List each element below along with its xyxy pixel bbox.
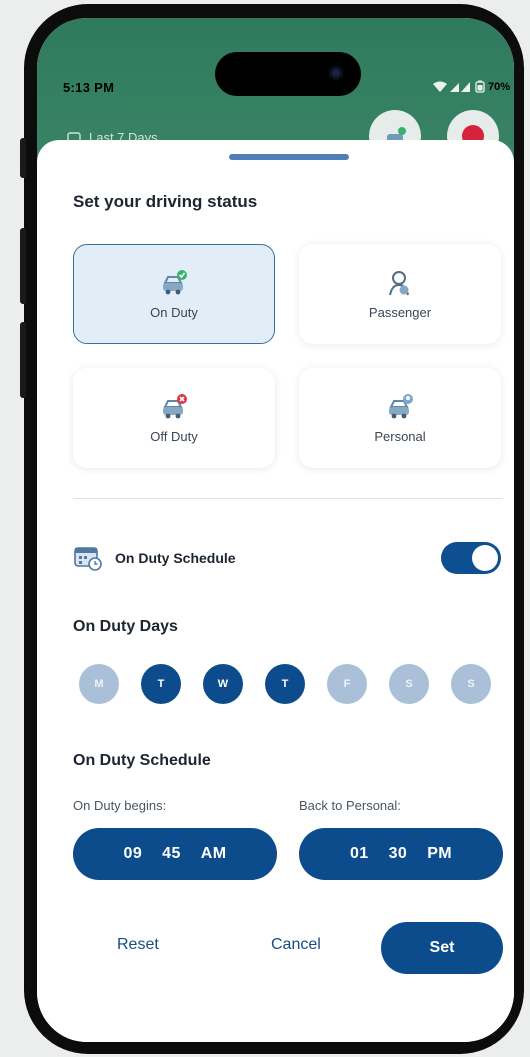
status-card-on-duty[interactable]: On Duty xyxy=(73,244,275,344)
begins-label: On Duty begins: xyxy=(73,798,167,813)
begins-hour: 09 xyxy=(123,845,143,862)
day-thursday[interactable]: T xyxy=(265,664,305,704)
dynamic-island xyxy=(215,52,361,96)
toggle-knob xyxy=(472,545,498,571)
screen: 5:13 PM 70% Last 7 Days Set your driving… xyxy=(37,18,514,1042)
wifi-icon xyxy=(432,81,447,92)
system-status: 70% xyxy=(432,80,510,93)
day-tuesday[interactable]: T xyxy=(141,664,181,704)
sheet-title: Set your driving status xyxy=(73,192,258,211)
schedule-toggle[interactable] xyxy=(441,542,501,574)
status-card-label: Passenger xyxy=(368,304,432,320)
section-divider xyxy=(73,498,503,499)
schedule-toggle-row: On Duty Schedule xyxy=(73,544,236,572)
silent-switch xyxy=(20,138,26,178)
passenger-icon xyxy=(389,270,409,295)
day-wednesday[interactable]: W xyxy=(203,664,243,704)
signal-icon xyxy=(449,82,470,92)
calendar-clock-icon xyxy=(74,547,102,571)
back-minute: 30 xyxy=(388,845,408,862)
back-period: PM xyxy=(427,845,453,862)
sheet-grabber[interactable] xyxy=(229,154,349,160)
volume-up-button xyxy=(20,228,26,304)
battery-icon xyxy=(475,80,485,93)
day-friday[interactable]: F xyxy=(327,664,367,704)
back-hour: 01 xyxy=(349,845,369,862)
back-label: Back to Personal: xyxy=(299,798,401,813)
status-time: 5:13 PM xyxy=(63,80,115,95)
day-sunday[interactable]: S xyxy=(451,664,491,704)
day-selector: M T W T F S S xyxy=(79,664,491,704)
battery-percent: 70% xyxy=(487,80,510,93)
status-card-label: On Duty xyxy=(150,304,198,320)
car-personal-icon xyxy=(389,393,413,418)
begins-time-picker[interactable]: 09 45 AM xyxy=(73,828,277,880)
schedule-title: On Duty Schedule xyxy=(73,752,211,769)
begins-period: AM xyxy=(200,845,227,862)
status-card-label: Off Duty xyxy=(150,428,198,444)
back-time-picker[interactable]: 01 30 PM xyxy=(299,828,503,880)
status-card-label: Personal xyxy=(374,428,426,444)
volume-down-button xyxy=(20,322,26,398)
begins-minute: 45 xyxy=(162,845,181,862)
schedule-toggle-label: On Duty Schedule xyxy=(115,550,236,566)
status-card-off-duty[interactable]: Off Duty xyxy=(73,368,275,468)
driving-status-sheet: Set your driving status On Duty Passenge… xyxy=(37,140,514,1042)
car-check-icon xyxy=(163,269,187,294)
set-button[interactable]: Set xyxy=(381,922,503,974)
reset-button[interactable]: Reset xyxy=(117,936,159,954)
status-card-personal[interactable]: Personal xyxy=(299,368,501,468)
day-monday[interactable]: M xyxy=(79,664,119,704)
camera-icon xyxy=(329,66,343,80)
day-saturday[interactable]: S xyxy=(389,664,429,704)
car-x-icon xyxy=(163,393,187,418)
cancel-button[interactable]: Cancel xyxy=(271,936,321,954)
on-duty-days-title: On Duty Days xyxy=(73,618,178,635)
status-card-passenger[interactable]: Passenger xyxy=(299,244,501,344)
